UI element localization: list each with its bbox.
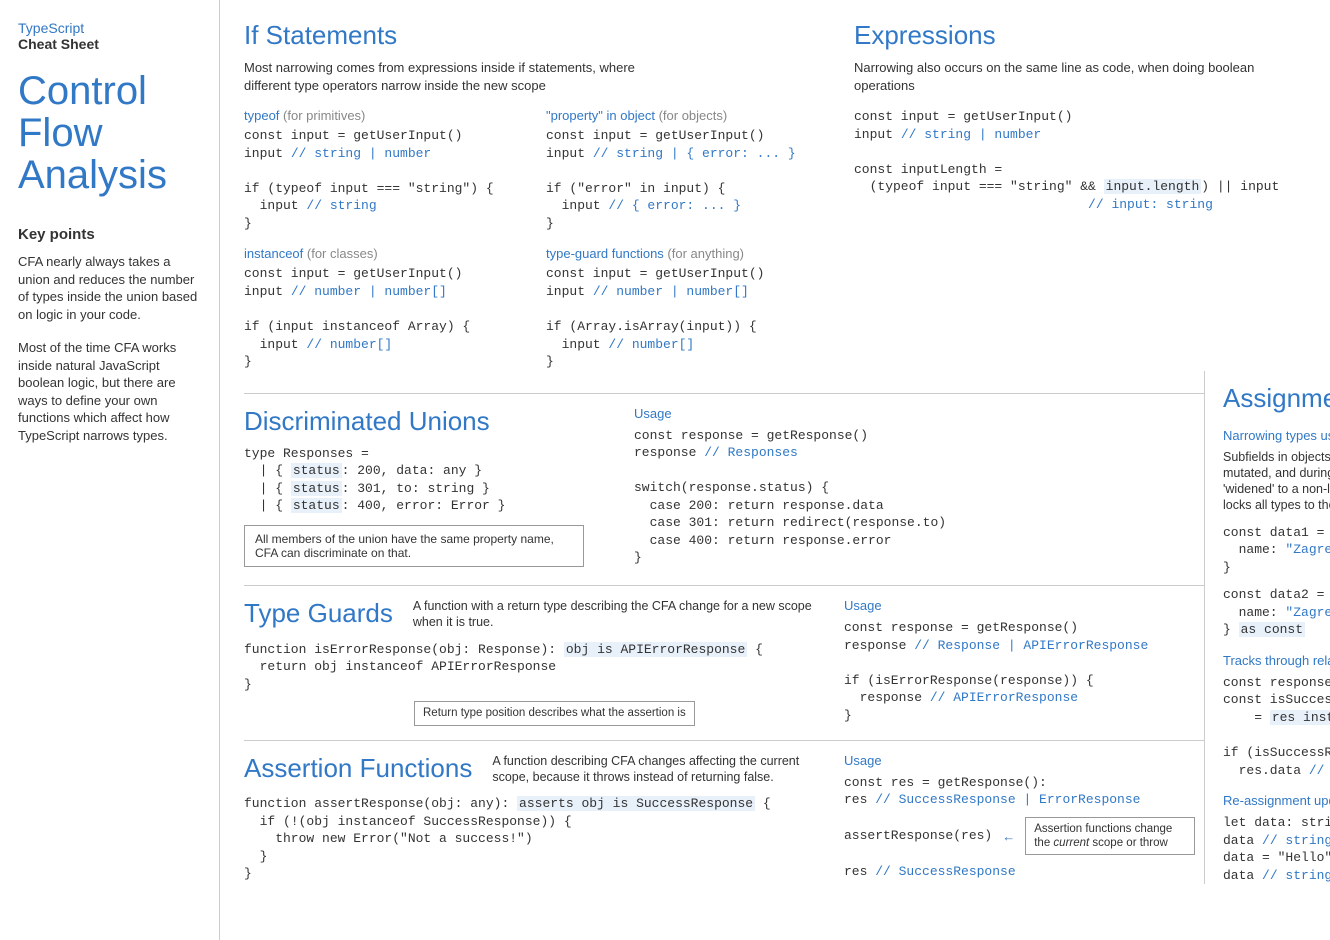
section-assignment: Assignment Narrowing types using 'as con… xyxy=(1204,371,1330,885)
keypoint-1: CFA nearly always takes a union and redu… xyxy=(18,253,201,323)
typeguard-fn-code: const input = getUserInput() input // nu… xyxy=(546,265,824,370)
disc-code: type Responses = | { status: 200, data: … xyxy=(244,445,584,515)
page-title: Control Flow Analysis xyxy=(18,70,201,196)
instanceof-code: const input = getUserInput() input // nu… xyxy=(244,265,522,370)
typeguards-usage: Usage const response = getResponse() res… xyxy=(824,598,1204,726)
section-discriminated-unions: Discriminated Unions type Responses = | … xyxy=(244,406,584,567)
disc-title: Discriminated Unions xyxy=(244,406,584,437)
typeof-subtitle: typeof (for primitives) xyxy=(244,108,522,123)
assert-note: Assertion functions change the current s… xyxy=(1025,817,1195,856)
main-content: If Statements Most narrowing comes from … xyxy=(220,0,1330,940)
assign-title: Assignment xyxy=(1223,383,1330,414)
assign-sub1: Narrowing types using 'as const' xyxy=(1223,428,1330,443)
assert-usage-code-2: assertResponse(res) xyxy=(844,827,992,845)
property-in-subtitle: "property" in object (for objects) xyxy=(546,108,824,123)
section-assertion-functions: Assertion Functions A function describin… xyxy=(244,753,824,883)
assert-usage: Usage const res = getResponse(): res // … xyxy=(824,753,1204,883)
assign-sub2: Tracks through related variables xyxy=(1223,653,1330,668)
typeguards-code: function isErrorResponse(obj: Response):… xyxy=(244,641,824,694)
typeguards-usage-code: const response = getResponse() response … xyxy=(844,619,1204,724)
section-if-statements: If Statements Most narrowing comes from … xyxy=(244,20,824,371)
brand-sub: Cheat Sheet xyxy=(18,36,201,52)
expressions-intro: Narrowing also occurs on the same line a… xyxy=(854,59,1274,94)
typeguard-fn-subtitle: type-guard functions (for anything) xyxy=(546,246,824,261)
assert-usage-code-1: const res = getResponse(): res // Succes… xyxy=(844,774,1204,809)
typeguards-note: Return type position describes what the … xyxy=(414,701,695,725)
assign-data2-left: const data2 = { name: "Zagreus" } as con… xyxy=(1223,586,1330,639)
typeof-code: const input = getUserInput() input // st… xyxy=(244,127,522,232)
disc-usage-label: Usage xyxy=(634,406,1204,421)
assert-title: Assertion Functions xyxy=(244,753,472,784)
assert-desc: A function describing CFA changes affect… xyxy=(492,753,824,786)
property-in-code: const input = getUserInput() input // st… xyxy=(546,127,824,232)
assert-usage-code-3: res // SuccessResponse xyxy=(844,863,1204,881)
expressions-title: Expressions xyxy=(854,20,1330,51)
assign-intro1: Subfields in objects are treated as thou… xyxy=(1223,449,1330,514)
assert-usage-label: Usage xyxy=(844,753,1204,768)
section-type-guards: Type Guards A function with a return typ… xyxy=(244,598,824,726)
disc-usage-code: const response = getResponse() response … xyxy=(634,427,1204,567)
if-title: If Statements xyxy=(244,20,824,51)
expressions-code: const input = getUserInput() input // st… xyxy=(854,108,1330,213)
assign-sub3: Re-assignment updates types xyxy=(1223,793,1330,808)
sidebar: TypeScript Cheat Sheet Control Flow Anal… xyxy=(0,0,220,940)
if-intro: Most narrowing comes from expressions in… xyxy=(244,59,664,94)
assign-data1-left: const data1 = { name: "Zagreus" } xyxy=(1223,524,1330,577)
typeguards-desc: A function with a return type describing… xyxy=(413,598,824,631)
disc-note: All members of the union have the same p… xyxy=(244,525,584,567)
instanceof-subtitle: instanceof (for classes) xyxy=(244,246,522,261)
assert-code: function assertResponse(obj: any): asser… xyxy=(244,795,824,883)
typeguards-title: Type Guards xyxy=(244,598,393,629)
disc-usage: Usage const response = getResponse() res… xyxy=(614,406,1204,567)
typeguards-usage-label: Usage xyxy=(844,598,1204,613)
assign-code3: let data: string | number = ... data // … xyxy=(1223,814,1330,884)
section-expressions: Expressions Narrowing also occurs on the… xyxy=(854,20,1330,371)
keypoints-header: Key points xyxy=(18,226,201,243)
brand-top: TypeScript xyxy=(18,20,201,36)
keypoint-2: Most of the time CFA works inside natura… xyxy=(18,339,201,444)
assign-code2: const response = getResponse() const isS… xyxy=(1223,674,1330,779)
